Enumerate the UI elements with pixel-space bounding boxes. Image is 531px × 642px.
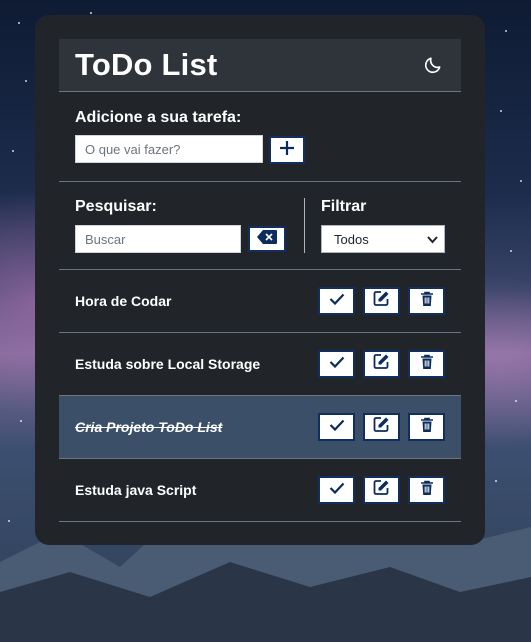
edit-icon [373,479,390,501]
finish-todo-button[interactable] [318,476,355,504]
todo-text: Estuda java Script [75,482,197,498]
trash-icon [420,480,434,501]
edit-todo-button[interactable] [363,476,400,504]
search-input[interactable] [75,225,241,253]
remove-todo-button[interactable] [408,476,445,504]
app-header: ToDo List [59,39,461,91]
check-icon [329,481,345,499]
todo-item-done: Cria Projeto ToDo List [59,396,461,458]
check-icon [329,355,345,373]
chevron-down-icon [427,232,438,247]
trash-icon [420,291,434,312]
clear-search-button[interactable] [248,226,286,252]
edit-icon [373,353,390,375]
divider [59,521,461,522]
divider [59,181,461,182]
check-icon [329,292,345,310]
finish-todo-button[interactable] [318,287,355,315]
finish-todo-button[interactable] [318,350,355,378]
todo-text: Cria Projeto ToDo List [75,419,223,435]
todo-text: Hora de Codar [75,293,172,309]
remove-todo-button[interactable] [408,350,445,378]
edit-todo-button[interactable] [363,350,400,378]
remove-todo-button[interactable] [408,287,445,315]
todo-card: ToDo List Adicione a sua tarefa: Pesquis… [35,15,485,545]
filter-select[interactable]: Todos [321,225,445,253]
todo-item: Estuda java Script [59,459,461,521]
finish-todo-button[interactable] [318,413,355,441]
app-title: ToDo List [75,47,218,82]
moon-icon[interactable] [421,53,445,77]
todo-item: Hora de Codar [59,270,461,332]
new-task-input[interactable] [75,135,263,163]
add-task-label: Adicione a sua tarefa: [75,109,242,126]
section-separator [304,198,305,253]
edit-icon [373,416,390,438]
backspace-icon [257,229,277,249]
edit-icon [373,290,390,312]
remove-todo-button[interactable] [408,413,445,441]
todo-item: Estuda sobre Local Storage [59,333,461,395]
filter-selected-value: Todos [334,231,369,247]
add-task-button[interactable] [269,136,305,164]
search-label: Pesquisar: [75,198,157,215]
todo-text: Estuda sobre Local Storage [75,356,261,372]
check-icon [329,418,345,436]
divider [59,91,461,92]
plus-icon [279,140,295,161]
trash-icon [420,417,434,438]
edit-todo-button[interactable] [363,287,400,315]
filter-label: Filtrar [321,198,367,215]
trash-icon [420,354,434,375]
edit-todo-button[interactable] [363,413,400,441]
